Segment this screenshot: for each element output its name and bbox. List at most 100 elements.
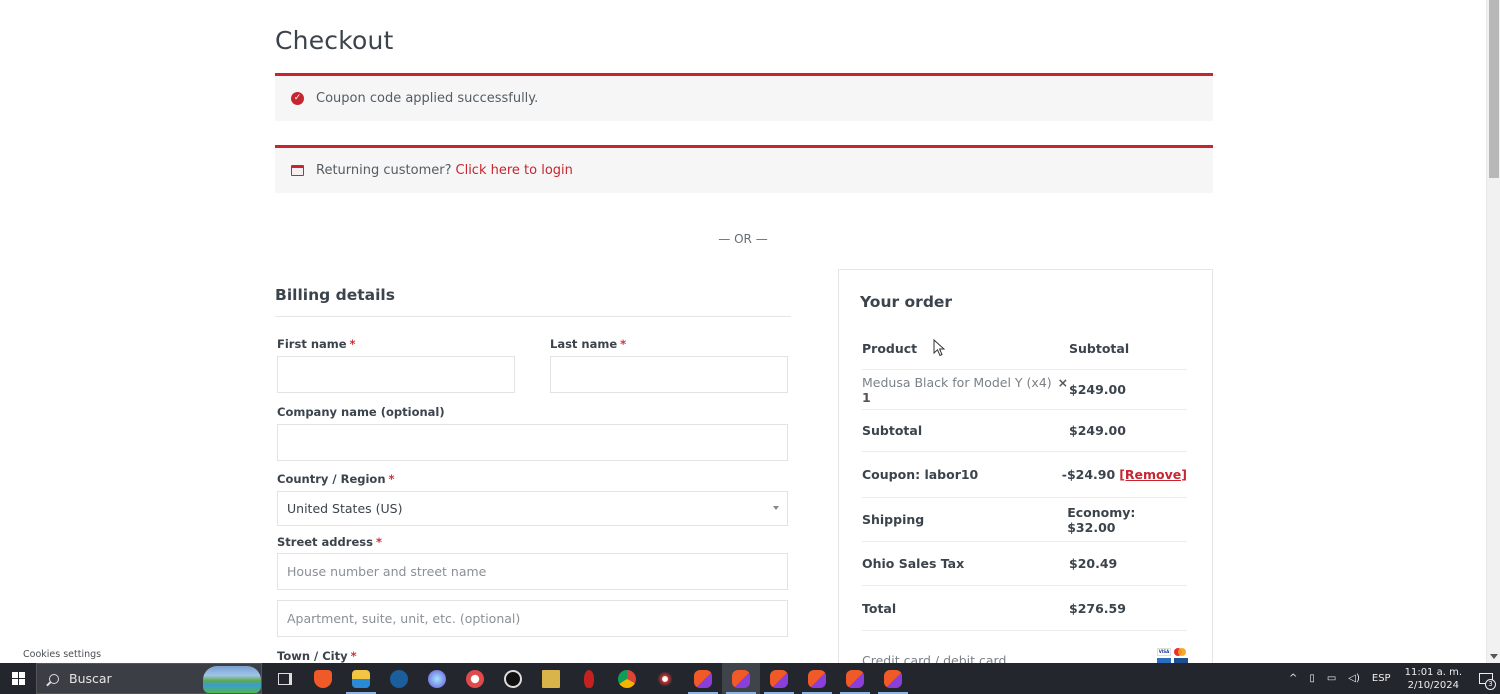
country-label: Country / Region * [277,472,395,486]
order-item-subtotal: $249.00 [1069,382,1126,397]
order-item-row: Medusa Black for Model Y (x4) × 1 $249.00 [862,370,1187,410]
country-select[interactable]: United States (US) [277,491,788,526]
taskbar-app-brave-beta[interactable] [722,663,760,694]
company-name-input[interactable] [277,424,788,461]
taskbar-app-brave-beta[interactable] [684,663,722,694]
taskbar: Buscar ^ ▯ ▭ ◁) ESP 11:01 a. m. 2/10/202… [0,663,1500,694]
clock-date: 2/10/2024 [1407,679,1459,691]
clock-time: 11:01 a. m. [1404,666,1462,678]
coupon-success-notice: ✓ Coupon code applied successfully. [275,73,1213,121]
street-address-label: Street address * [277,535,382,549]
last-name-label-text: Last name [550,337,618,351]
taskbar-app-red-circle[interactable] [456,663,494,694]
taskbar-app-purple[interactable] [418,663,456,694]
total-row: Total $276.59 [862,586,1187,631]
windows-logo-icon [11,672,25,685]
company-name-label: Company name (optional) [277,405,445,419]
task-view-button[interactable] [266,663,304,694]
payment-method-credit-card[interactable]: Credit card / debit card [862,653,1006,663]
shipping-value: Economy: $32.00 [1067,504,1136,535]
brave-beta-icon [846,669,864,688]
billing-details-heading: Billing details [275,286,395,304]
town-city-label: Town / City * [277,649,357,663]
country-label-text: Country / Region [277,472,386,486]
login-link[interactable]: Click here to login [456,163,573,178]
brave-beta-icon [808,669,826,688]
first-name-input[interactable] [277,356,515,393]
taskbar-app-file-explorer[interactable] [342,663,380,694]
network-icon[interactable]: ▭ [1327,673,1336,684]
total-label: Total [862,600,897,616]
cookies-settings-link[interactable]: Cookies settings [23,649,101,660]
remove-coupon-link[interactable]: [Remove] [1119,467,1187,482]
taskbar-app-dark-circle[interactable] [494,663,532,694]
brave-icon [314,669,332,688]
scroll-down-arrow-icon[interactable] [1490,654,1498,659]
volume-icon[interactable]: ◁) [1348,673,1360,684]
subtotal-label: Subtotal [862,423,923,438]
card-brands: VISA [1157,648,1189,663]
country-selected-value: United States (US) [287,501,403,516]
scrollbar-thumb[interactable] [1489,0,1499,178]
first-name-label-text: First name [277,337,347,351]
taskbar-app-steam[interactable] [380,663,418,694]
street-address-placeholder: House number and street name [287,564,487,579]
language-indicator[interactable]: ESP [1372,673,1391,684]
last-name-input[interactable] [550,356,788,393]
brave-beta-icon [732,669,750,688]
required-marker: * [375,535,382,549]
order-summary: Your order Product Subtotal Medusa Black… [838,269,1213,663]
required-marker: * [349,337,356,351]
required-marker: * [388,472,395,486]
search-highlight-image [203,666,261,693]
taskbar-app-brave-beta[interactable] [874,663,912,694]
tax-row: Ohio Sales Tax $20.49 [862,542,1187,586]
subtotal-row: Subtotal $249.00 [862,410,1187,452]
task-view-icon [278,672,292,685]
taskbar-app-brave-beta[interactable] [798,663,836,694]
app-icon [584,669,594,688]
coupon-row: Coupon: labor10 -$24.90 [Remove] [862,452,1187,498]
visa-icon: VISA [1157,648,1171,656]
start-button[interactable] [0,663,36,694]
order-item-name: Medusa Black for Model Y (x4) [862,374,1052,390]
meet-now-icon[interactable]: ▯ [1309,673,1315,684]
page-scrollbar[interactable] [1486,0,1500,663]
taskbar-app-red-flame[interactable] [570,663,608,694]
order-table-header: Product Subtotal [862,328,1187,370]
app-icon [656,669,674,688]
apartment-input[interactable]: Apartment, suite, unit, etc. (optional) [277,600,788,637]
chevron-down-icon [773,506,779,510]
chevron-up-icon[interactable]: ^ [1289,673,1297,684]
system-tray: ^ ▯ ▭ ◁) ESP 11:01 a. m. 2/10/2024 3 [1283,663,1500,694]
or-divider: — OR — [718,232,768,246]
tax-value: $20.49 [1069,556,1118,571]
taskbar-app-brave-beta[interactable] [836,663,874,694]
taskbar-app-star[interactable] [646,663,684,694]
town-city-label-text: Town / City [277,649,348,663]
taskbar-search[interactable]: Buscar [36,663,262,694]
order-item-name-cell: Medusa Black for Model Y (x4) × 1 [862,375,1069,405]
taskbar-app-brave[interactable] [304,663,342,694]
brave-beta-icon [770,669,788,688]
taskbar-app-brave-beta[interactable] [760,663,798,694]
street-address-label-text: Street address [277,535,373,549]
taskbar-app-chrome[interactable] [608,663,646,694]
product-column-header: Product [862,341,918,356]
app-icon [466,669,484,688]
notification-center-button[interactable]: 3 [1472,663,1500,694]
shipping-label: Shipping [862,512,925,527]
street-address-input[interactable]: House number and street name [277,553,788,590]
search-icon [49,673,59,684]
required-marker: * [350,649,357,663]
billing-divider [275,316,791,317]
taskbar-search-placeholder: Buscar [69,671,112,686]
clock[interactable]: 11:01 a. m. 2/10/2024 [1405,666,1462,692]
chrome-icon [618,669,636,688]
app-icon [542,669,560,688]
taskbar-app-yellow[interactable] [532,663,570,694]
subtotal-column-header: Subtotal [1069,341,1130,356]
coupon-value-cell: -$24.90 [Remove] [1062,467,1187,482]
mouse-cursor-icon [933,339,945,357]
window-icon [291,164,304,177]
